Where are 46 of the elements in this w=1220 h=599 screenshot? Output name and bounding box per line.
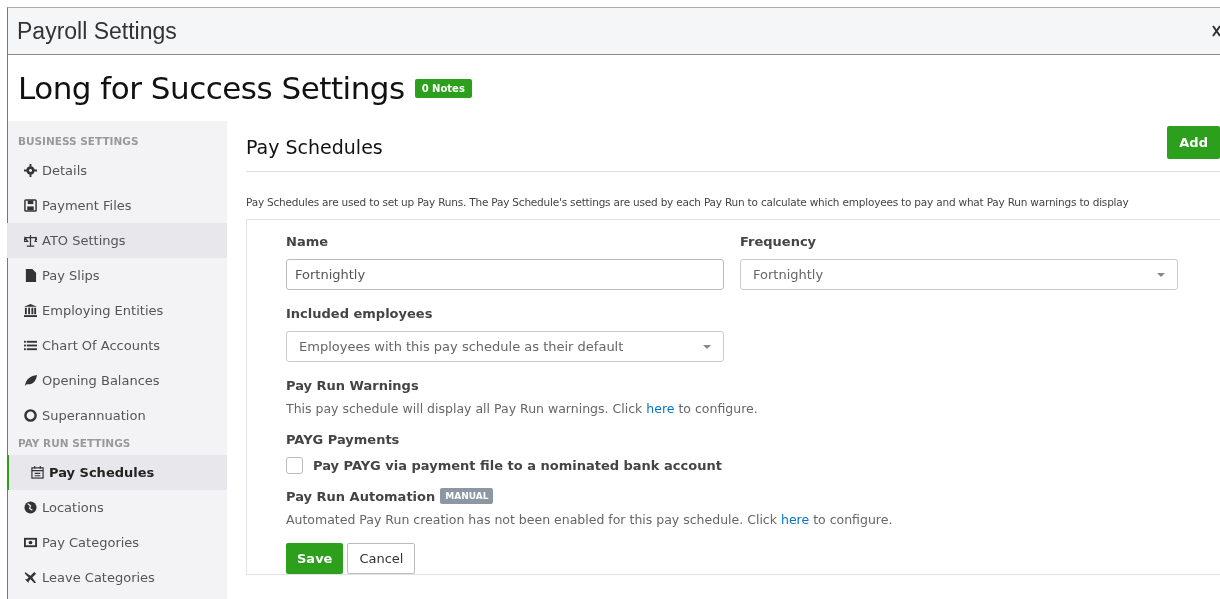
checkbox[interactable] <box>286 457 303 474</box>
status-badge: MANUAL <box>440 488 494 504</box>
name-field[interactable]: Fortnightly <box>286 259 724 290</box>
close-icon[interactable] <box>1212 24 1220 38</box>
description-text: Pay Schedules are used to set up Pay Runs. The Pay Schedule's settings are used by each Pay Run to calculate which employees to pay and what Pay Run warnings to display <box>246 195 1130 210</box>
floppy-icon <box>24 199 37 212</box>
calendar-icon <box>31 466 44 479</box>
field-label: Name <box>286 234 329 249</box>
sidebar-item[interactable]: Opening Balances <box>7 363 227 398</box>
bank-icon <box>24 304 37 317</box>
sidebar-item[interactable]: Pay Schedules <box>7 455 227 490</box>
sidebar-item[interactable]: Employing Entities <box>7 293 227 328</box>
section-label: PAYG Payments <box>286 432 401 447</box>
cancel-button[interactable]: Cancel <box>347 543 416 574</box>
warnings-text: This pay schedule will display all Pay Run warnings. Click <box>286 401 643 416</box>
file-icon <box>24 269 37 282</box>
sidebar-item[interactable]: ATO Settings <box>7 223 227 258</box>
sidebar-item[interactable]: Pay Slips <box>7 258 227 293</box>
section-heading: BUSINESS SETTINGS <box>17 134 140 149</box>
section-label: Pay Run Warnings <box>286 378 420 393</box>
configure-link[interactable]: here <box>781 512 810 527</box>
sidebar-item[interactable]: Pay Categories <box>7 525 227 560</box>
sidebar-item[interactable]: Details <box>7 153 227 188</box>
warnings-text: to configure. <box>678 401 758 416</box>
section-title: Pay Schedules <box>246 136 383 158</box>
section-heading: PAY RUN SETTINGS <box>17 436 132 451</box>
list-icon <box>24 339 37 352</box>
automation-text: Automated Pay Run creation has not been enabled for this pay schedule. Click <box>286 512 777 527</box>
scale-icon <box>24 234 37 247</box>
sidebar-item[interactable]: Superannuation <box>7 398 227 433</box>
sidebar-item[interactable]: Payment Files <box>7 188 227 223</box>
page-title: Long for Success Settings <box>18 70 405 106</box>
window-title: Payroll Settings <box>17 17 177 45</box>
money-icon <box>24 536 37 549</box>
sidebar-item[interactable]: Locations <box>7 490 227 525</box>
sidebar-item[interactable]: Chart Of Accounts <box>7 328 227 363</box>
frequency-dropdown[interactable]: Fortnightly <box>740 259 1178 290</box>
field-label: Frequency <box>740 234 818 249</box>
field-label: Included employees <box>286 306 434 321</box>
included-employees-dropdown[interactable]: Employees with this pay schedule as their default <box>286 331 724 362</box>
section-label: Pay Run Automation <box>286 488 436 504</box>
checkbox-label: Pay PAYG via payment file to a nominated bank account <box>313 458 722 473</box>
configure-link[interactable]: here <box>646 401 675 416</box>
sidebar-item[interactable]: Leave Categories <box>7 560 227 595</box>
automation-text: to configure. <box>813 512 893 527</box>
leaf-icon <box>24 374 37 387</box>
